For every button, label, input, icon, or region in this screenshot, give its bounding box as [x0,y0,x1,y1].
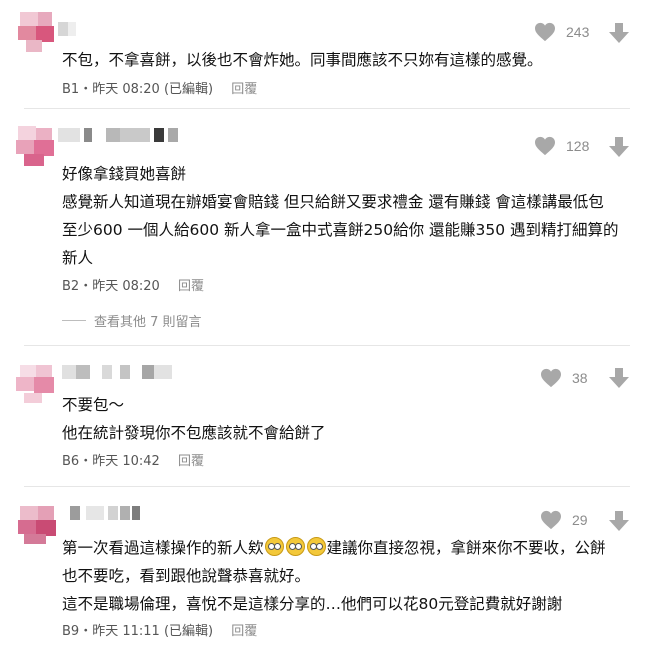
comment-text-line: 感覺新人知道現在辦婚宴會賠錢 但只給餅又要求禮金 還有賺錢 會這樣講最低包 [62,193,604,211]
floor-number[interactable]: B1 [62,82,79,97]
comment-text-line: 不要包～ [62,396,125,414]
heart-icon [541,510,561,530]
reply-button[interactable]: 回覆 [178,454,204,469]
comment-meta: B6・昨天 10:42 回覆 [62,454,204,469]
edited-label: (已編輯) [163,82,214,97]
timestamp: 昨天 11:11 [92,624,160,639]
like-button[interactable]: 243 [534,22,589,42]
like-count: 243 [566,24,590,40]
like-button[interactable]: 128 [534,136,589,156]
more-line [62,320,86,321]
down-arrow-icon[interactable] [608,22,630,44]
timestamp: 昨天 10:42 [92,454,160,469]
floor-number[interactable]: B2 [62,279,79,294]
comment-text: 不包，不拿喜餅，以後也不會炸她。同事間應該不只妳有這樣的感覺。 [62,51,543,69]
avatar[interactable] [14,363,58,407]
username-masked [62,365,174,379]
heart-icon [541,368,561,388]
floor-number[interactable]: B9 [62,624,79,639]
like-button[interactable]: 29 [540,510,588,530]
comment-text-line: 至少600 一個人給600 新人拿一盒中式喜餅250給你 還能賺350 遇到精打… [62,221,619,239]
comment-text-line: 好像拿錢買她喜餅 [62,165,187,183]
comment-meta: B2・昨天 08:20 回覆 [62,279,204,294]
username-masked [58,128,178,142]
like-count: 29 [572,512,588,528]
down-arrow-icon[interactable] [608,510,630,532]
timestamp: 昨天 08:20 [92,82,160,97]
comment-text-line: 新人 [62,249,94,267]
reply-button[interactable]: 回覆 [231,82,257,97]
comment-meta: B9・昨天 11:11 (已編輯) 回覆 [62,624,258,639]
comment-b6: 38 不要包～ 他在統計發現你不包應該就不會給餅了 B6・昨天 10:42 回覆 [0,345,660,485]
like-count: 128 [566,138,590,154]
edited-label: (已編輯) [163,624,214,639]
comment-text-line: 這不是職場倫理，喜悅不是這樣分享的…他們可以花80元登記費就好謝謝 [62,595,563,613]
avatar[interactable] [16,502,60,546]
username-masked [58,22,78,36]
text-segment: 建議你直接忽視，拿餅來你不要收，公餅 [326,539,606,557]
heart-icon [535,136,555,156]
comment-text-line: 他在統計發現你不包應該就不會給餅了 [62,424,326,442]
rolling-eyes-emoji [264,537,284,556]
comment-text-line: 也不要吃，看到跟他說聲恭喜就好。 [62,567,311,585]
down-arrow-icon[interactable] [608,136,630,158]
down-arrow-icon[interactable] [608,367,630,389]
like-count: 38 [572,370,588,386]
comment-meta: B1・昨天 08:20 (已編輯) 回覆 [62,82,258,97]
more-replies-label[interactable]: 查看其他 7 則留言 [94,311,202,330]
comment-b2: 128 好像拿錢買她喜餅 感覺新人知道現在辦婚宴會賠錢 但只給餅又要求禮金 還有… [0,108,660,338]
username-masked [70,506,140,520]
like-button[interactable]: 38 [540,368,588,388]
avatar[interactable] [14,124,58,168]
text-segment: 第一次看過這樣操作的新人欸 [62,539,264,557]
rolling-eyes-emoji [306,537,326,556]
rolling-eyes-emoji [285,537,305,556]
comment-text-line: 第一次看過這樣操作的新人欸 建議你直接忽視，拿餅來你不要收，公餅 [62,536,606,558]
reply-button[interactable]: 回覆 [231,624,257,639]
floor-number[interactable]: B6 [62,454,79,469]
timestamp: 昨天 08:20 [92,279,160,294]
comment-b1: 243 不包，不拿喜餅，以後也不會炸她。同事間應該不只妳有這樣的感覺。 B1・昨… [0,0,660,104]
reply-button[interactable]: 回覆 [178,279,204,294]
view-more-replies[interactable]: 查看其他 7 則留言 [62,311,202,330]
comment-b9: 29 第一次看過這樣操作的新人欸 建議你直接忽視，拿餅來你不要收，公餅 也不要吃，… [0,486,660,656]
heart-icon [535,22,555,42]
avatar[interactable] [14,10,58,54]
